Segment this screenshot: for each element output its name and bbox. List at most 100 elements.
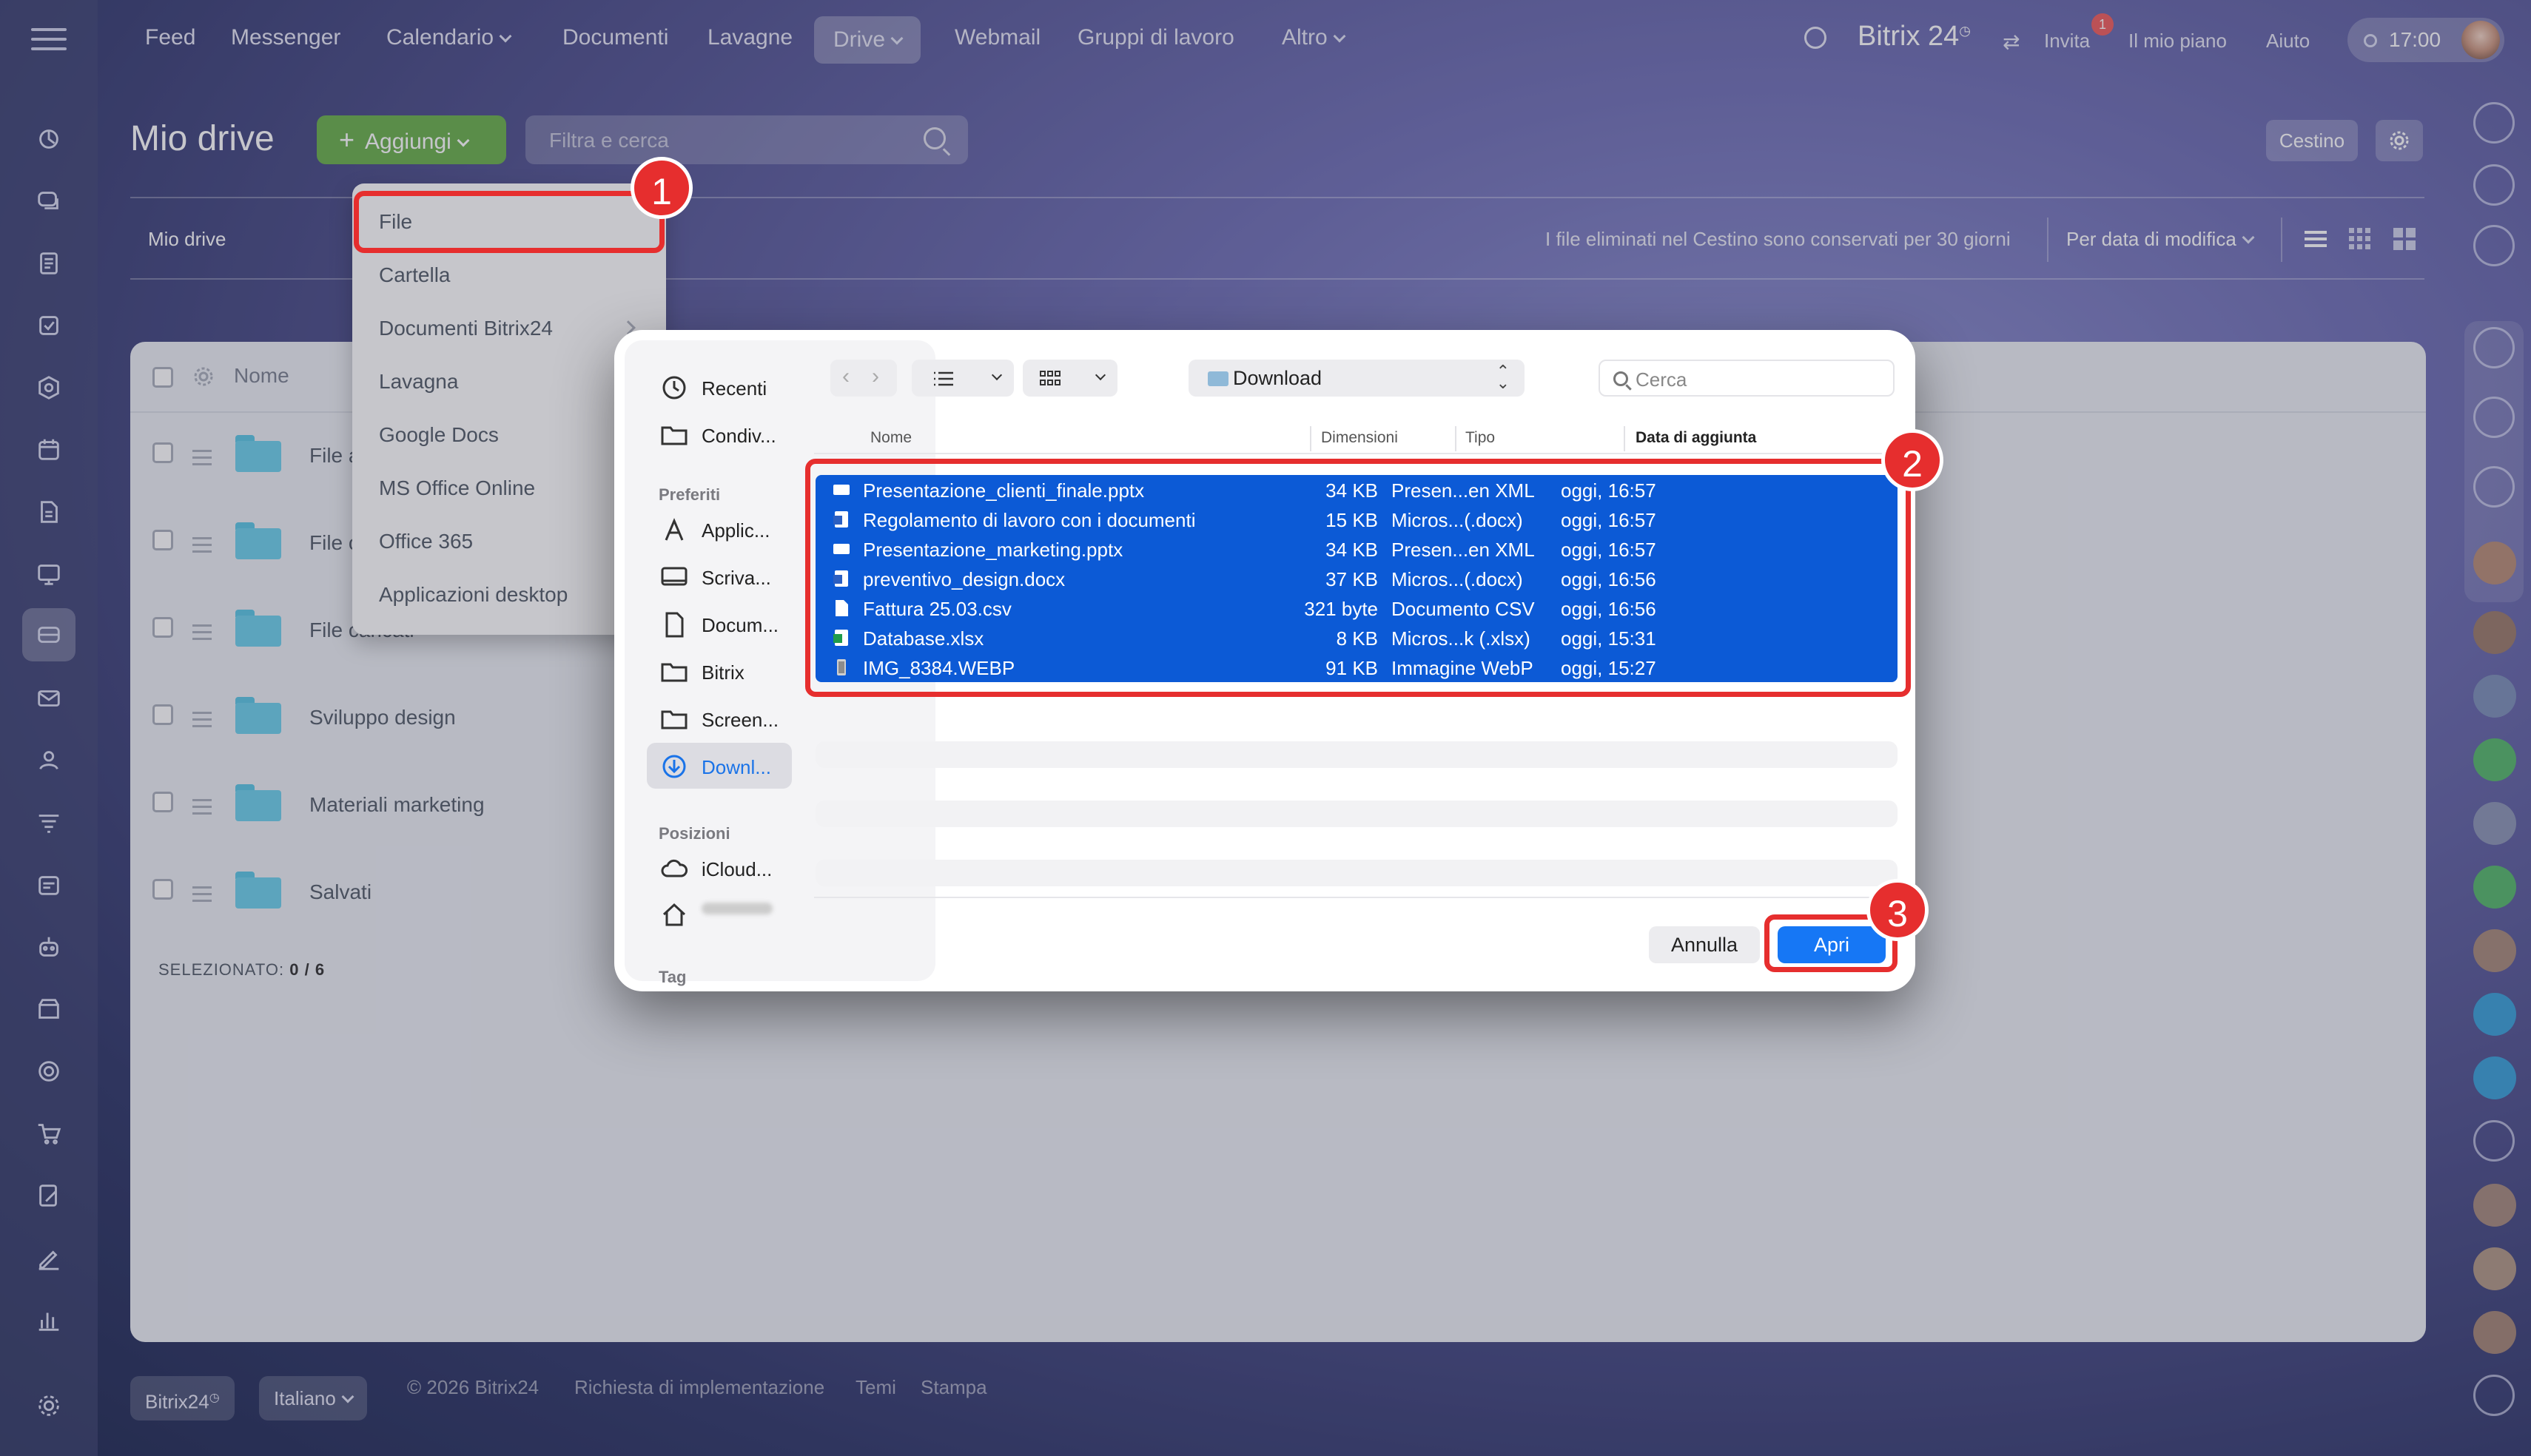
drive-icon[interactable] <box>22 608 75 661</box>
chat-icon[interactable] <box>2473 1120 2515 1162</box>
contact-avatar[interactable] <box>2473 1184 2516 1227</box>
column-divider[interactable] <box>1455 426 1456 451</box>
board-icon[interactable] <box>30 555 68 593</box>
filter-search-input[interactable]: Filtra e cerca <box>525 115 968 164</box>
copilot-icon[interactable] <box>2473 164 2515 206</box>
bitrix24-logo[interactable]: Bitrix 24◷ <box>1858 21 1971 53</box>
menu-item-google-docs[interactable]: Google Docs <box>379 423 499 447</box>
menu-item-office-365[interactable]: Office 365 <box>379 530 473 553</box>
settings-button[interactable] <box>2376 120 2423 161</box>
invita-button[interactable]: Invita <box>2044 30 2090 53</box>
chevron-right-icon[interactable]: › <box>872 364 879 389</box>
document-icon[interactable] <box>30 244 68 283</box>
select-all-checkbox[interactable] <box>152 367 173 388</box>
drag-handle-icon[interactable] <box>192 886 212 906</box>
sort-dropdown[interactable]: Per data di modifica <box>2066 228 2255 251</box>
bell-icon[interactable] <box>2473 102 2515 144</box>
column-data-di-aggiunta[interactable]: Data di aggiunta <box>1636 429 1756 447</box>
tasks-chat-avatar[interactable] <box>2473 866 2516 909</box>
tasks-chat-avatar[interactable] <box>2473 738 2516 781</box>
footer-themes-link[interactable]: Temi <box>856 1376 896 1399</box>
grid-large-view-icon[interactable] <box>2392 226 2417 252</box>
row-checkbox[interactable] <box>152 617 173 638</box>
row-checkbox[interactable] <box>152 530 173 550</box>
footer-print-link[interactable]: Stampa <box>921 1376 987 1399</box>
chat-icon[interactable] <box>2473 327 2515 368</box>
drag-handle-icon[interactable] <box>192 799 212 819</box>
nav-webmail[interactable]: Webmail <box>955 25 1041 50</box>
nav-altro[interactable]: Altro <box>1282 25 1346 50</box>
language-selector[interactable]: Italiano <box>259 1376 367 1420</box>
nav-lavagne[interactable]: Lavagne <box>707 25 793 50</box>
settings-gear-icon[interactable] <box>30 1386 68 1425</box>
file-icon[interactable] <box>30 493 68 531</box>
il-mio-piano-link[interactable]: Il mio piano <box>2128 30 2227 53</box>
location-selector[interactable]: Download ⌃ ⌄ <box>1189 360 1525 397</box>
mail-icon[interactable] <box>30 679 68 718</box>
cancel-button[interactable]: Annulla <box>1649 926 1760 963</box>
list-view-icon[interactable] <box>2303 226 2328 252</box>
chat-avatar[interactable] <box>2473 993 2516 1036</box>
contact-avatar[interactable] <box>2473 929 2516 972</box>
drag-handle-icon[interactable] <box>192 624 212 644</box>
menu-item-cartella[interactable]: Cartella <box>379 263 450 287</box>
contact-avatar[interactable] <box>2473 1247 2516 1290</box>
chat-icon[interactable] <box>2473 466 2515 508</box>
contact-avatar[interactable] <box>2473 1311 2516 1354</box>
chevron-left-icon[interactable]: ‹ <box>842 364 850 389</box>
nav-feed[interactable]: Feed <box>145 25 195 50</box>
list-view-toggle[interactable] <box>912 360 1014 397</box>
menu-item-ms-office-online[interactable]: MS Office Online <box>379 476 535 500</box>
chat-icon[interactable] <box>2473 397 2515 438</box>
grid-small-view-icon[interactable] <box>2347 226 2373 252</box>
contact-avatar[interactable] <box>2473 802 2516 845</box>
signature-icon[interactable] <box>30 1238 68 1277</box>
menu-item-documenti-bitrix24[interactable]: Documenti Bitrix24 <box>379 317 636 340</box>
aiuto-link[interactable]: Aiuto <box>2266 30 2310 53</box>
dialog-search-input[interactable]: Cerca <box>1599 360 1895 397</box>
row-name[interactable]: Salvati <box>309 880 372 904</box>
hexagon-icon[interactable] <box>30 368 68 407</box>
add-button[interactable]: + Aggiungi <box>317 115 506 164</box>
search-icon[interactable] <box>1804 27 1826 49</box>
calendar-icon[interactable] <box>30 431 68 469</box>
contact-avatar[interactable] <box>2473 675 2516 718</box>
column-divider[interactable] <box>1624 426 1625 451</box>
group-icon[interactable] <box>30 741 68 780</box>
nav-calendario[interactable]: Calendario <box>386 25 512 50</box>
cestino-button[interactable]: Cestino <box>2266 120 2358 161</box>
nav-messenger[interactable]: Messenger <box>231 25 340 50</box>
chat-bubble-icon[interactable] <box>30 120 68 158</box>
row-checkbox[interactable] <box>152 792 173 812</box>
row-checkbox[interactable] <box>152 704 173 725</box>
drag-handle-icon[interactable] <box>192 712 212 732</box>
analytics-icon[interactable] <box>30 1301 68 1339</box>
menu-item-lavagna[interactable]: Lavagna <box>379 370 458 394</box>
chat-avatar[interactable] <box>2473 1056 2516 1099</box>
contact-avatar[interactable] <box>2473 542 2516 584</box>
drag-handle-icon[interactable] <box>192 450 212 470</box>
nav-documenti[interactable]: Documenti <box>562 25 668 50</box>
breadcrumb[interactable]: Mio drive <box>148 228 226 251</box>
nav-back-forward[interactable]: ‹ › <box>830 360 897 397</box>
funnel-icon[interactable] <box>30 803 68 842</box>
nav-drive[interactable]: Drive <box>814 16 921 64</box>
drag-handle-icon[interactable] <box>192 537 212 557</box>
row-checkbox[interactable] <box>152 442 173 463</box>
column-tipo[interactable]: Tipo <box>1465 429 1495 447</box>
cart-icon[interactable] <box>30 1114 68 1153</box>
workday-timer[interactable]: 17:00 <box>2347 18 2504 62</box>
row-checkbox[interactable] <box>152 879 173 900</box>
column-name-header[interactable]: Nome <box>234 364 289 388</box>
search-chat-icon[interactable] <box>2473 225 2515 266</box>
target-icon[interactable] <box>30 1052 68 1091</box>
robot-icon[interactable] <box>30 928 68 966</box>
column-settings-icon[interactable] <box>192 365 215 388</box>
swap-icon[interactable]: ⇄ <box>2003 30 2020 54</box>
menu-item-applicazioni-desktop[interactable]: Applicazioni desktop <box>379 583 568 607</box>
footer-implementation-link[interactable]: Richiesta di implementazione <box>574 1376 824 1399</box>
column-divider[interactable] <box>1310 426 1311 451</box>
column-dimensioni[interactable]: Dimensioni <box>1321 429 1398 447</box>
row-name[interactable]: Sviluppo design <box>309 706 456 729</box>
tasks-icon[interactable] <box>30 306 68 345</box>
